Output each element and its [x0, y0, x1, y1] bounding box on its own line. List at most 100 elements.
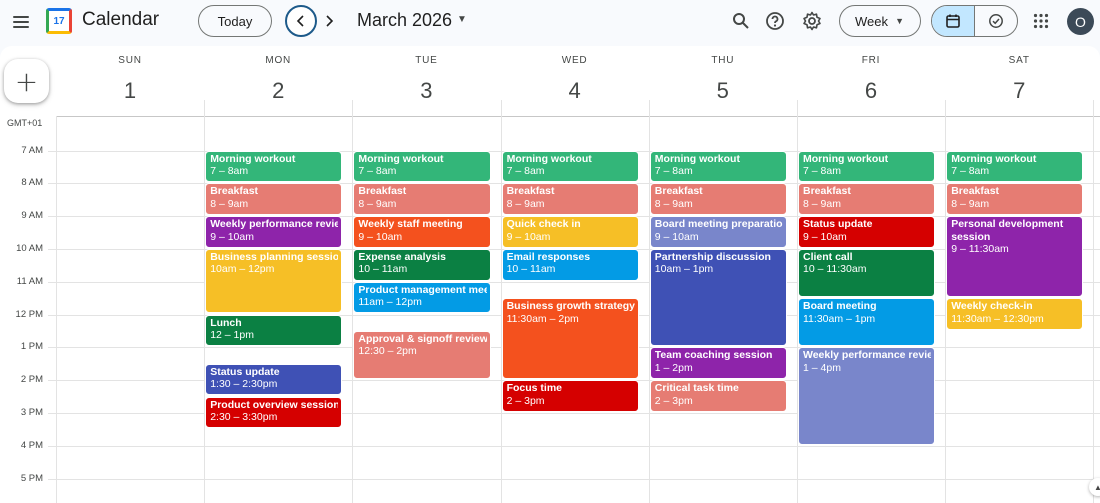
- event-time: 7 – 8am: [210, 165, 249, 177]
- event-card[interactable]: Breakfast 8 – 9am: [353, 183, 491, 216]
- previous-week-button[interactable]: [285, 5, 317, 37]
- event-time: 1 – 4pm: [803, 361, 841, 374]
- day-number[interactable]: 2: [204, 78, 352, 104]
- event-card[interactable]: Partnership discussion 10am – 1pm: [649, 248, 787, 347]
- day-number[interactable]: 4: [501, 78, 649, 104]
- event-card[interactable]: Morning workout 7 – 8am: [649, 150, 787, 183]
- month-title[interactable]: March 2026: [357, 10, 452, 31]
- event-card[interactable]: Client call 10 – 11:30am: [798, 248, 936, 298]
- event-card[interactable]: Breakfast 8 – 9am: [798, 183, 936, 216]
- search-icon[interactable]: [727, 6, 755, 36]
- calendar-view-button[interactable]: [932, 6, 975, 36]
- event-title: Expense analysis: [358, 250, 446, 263]
- event-card[interactable]: Team coaching session 1 – 2pm: [649, 347, 787, 380]
- day-number[interactable]: 1: [56, 78, 204, 104]
- event-card[interactable]: Board meeting preparation 9 – 10am: [649, 216, 787, 248]
- event-card[interactable]: Approval & signoff review 12:30 – 2pm: [353, 330, 491, 380]
- event-title: Weekly staff meeting: [358, 218, 463, 231]
- event-card[interactable]: Breakfast 8 – 9am: [501, 183, 639, 216]
- event-card[interactable]: Breakfast 8 – 9am: [205, 183, 343, 216]
- event-card[interactable]: Morning workout 7 – 8am: [946, 150, 1084, 183]
- event-card[interactable]: Morning workout 7 – 8am: [798, 150, 936, 183]
- hour-label: 3 PM: [20, 406, 43, 418]
- event-card[interactable]: Morning workout 7 – 8am: [501, 150, 639, 183]
- event-card[interactable]: Quick check in 9 – 10am: [501, 216, 639, 248]
- day-header[interactable]: FRI 6: [797, 55, 945, 104]
- event-card[interactable]: Board meeting 11:30am – 1pm: [798, 298, 936, 347]
- column-divider: [1093, 100, 1095, 503]
- event-time: 11:30am – 2pm: [506, 312, 579, 325]
- event-card[interactable]: Morning workout 7 – 8am: [353, 150, 491, 183]
- event-card[interactable]: Product management meeting11am – 12pm: [353, 281, 491, 314]
- tasks-view-button[interactable]: [975, 6, 1017, 36]
- event-card[interactable]: Email responses 10 – 11am: [501, 248, 639, 281]
- event-time: 8 – 9am: [654, 197, 693, 210]
- event-card[interactable]: Business growth strategy 11:30am – 2pm: [501, 298, 639, 380]
- event-card[interactable]: Weekly performance review 9 – 10am: [205, 216, 343, 248]
- event-card[interactable]: Lunch 12 – 1pm: [205, 314, 343, 347]
- day-header[interactable]: WED 4: [501, 55, 649, 104]
- calendar-logo[interactable]: 17: [46, 8, 72, 34]
- event-title: Approval & signoff review: [358, 332, 487, 345]
- event-card[interactable]: Product overview session 2:30 – 3:30pm: [205, 396, 343, 429]
- view-select[interactable]: Week ▼: [839, 5, 921, 37]
- chevron-down-icon[interactable]: ▼: [457, 14, 467, 25]
- chevron-right-icon: [326, 15, 334, 27]
- day-name: SAT: [1008, 55, 1030, 66]
- event-card[interactable]: Morning workout 7 – 8am: [205, 150, 343, 183]
- day-number[interactable]: 3: [352, 78, 500, 104]
- event-card[interactable]: Weekly check-in 11:30am – 12:30pm: [946, 298, 1084, 330]
- event-card[interactable]: Status update 1:30 – 2:30pm: [205, 363, 343, 396]
- event-card[interactable]: Expense analysis 10 – 11am: [353, 248, 491, 281]
- gear-glyph: [803, 11, 821, 31]
- today-button[interactable]: Today: [198, 5, 272, 37]
- event-card[interactable]: Personal development session 9 – 11:30am: [946, 216, 1084, 298]
- next-week-button[interactable]: [315, 6, 343, 36]
- event-card[interactable]: Breakfast 8 – 9am: [946, 183, 1084, 216]
- day-header[interactable]: SAT 7: [945, 55, 1093, 104]
- event-time: 8 – 9am: [951, 197, 990, 210]
- day-header[interactable]: SUN 1: [56, 55, 204, 104]
- event-title: Client call: [803, 250, 853, 263]
- day-number[interactable]: 6: [797, 78, 945, 104]
- event-time: 9 – 10am: [654, 230, 699, 243]
- event-time: 10 – 11am: [506, 263, 556, 276]
- event-title: Email responses: [506, 250, 591, 263]
- day-name: SUN: [118, 55, 142, 66]
- event-title: Product management meeting: [358, 283, 486, 296]
- event-card[interactable]: Business planning session 10am – 12pm: [205, 248, 343, 314]
- event-card[interactable]: Weekly staff meeting 9 – 10am: [353, 216, 491, 248]
- apps-grid-icon[interactable]: [1027, 6, 1055, 36]
- day-name: THU: [711, 55, 735, 66]
- day-header[interactable]: MON 2: [204, 55, 352, 104]
- chevron-down-icon: ▼: [895, 16, 904, 26]
- gear-icon[interactable]: [798, 6, 826, 36]
- hour-label: 5 PM: [20, 472, 43, 484]
- help-icon[interactable]: [761, 6, 789, 36]
- event-time: 10 – 11:30am: [803, 263, 867, 276]
- event-card[interactable]: Status update 9 – 10am: [798, 216, 936, 248]
- event-title: Breakfast: [951, 185, 1000, 198]
- event-card[interactable]: Breakfast 8 – 9am: [649, 183, 787, 216]
- event-time: 8 – 9am: [803, 197, 841, 210]
- event-card[interactable]: Critical task time 2 – 3pm: [649, 380, 787, 412]
- event-time: 2:30 – 3:30pm: [210, 411, 278, 423]
- day-number[interactable]: 7: [945, 78, 1093, 104]
- menu-icon[interactable]: [4, 6, 36, 38]
- event-title: Quick check in: [506, 218, 581, 231]
- avatar[interactable]: O: [1067, 8, 1094, 35]
- create-button[interactable]: +: [4, 59, 49, 103]
- day-number[interactable]: 5: [649, 78, 797, 104]
- day-header[interactable]: THU 5: [649, 55, 797, 104]
- event-card[interactable]: Weekly performance review 1 – 4pm: [798, 347, 936, 445]
- day-header[interactable]: TUE 3: [352, 55, 500, 104]
- event-time: 12:30 – 2pm: [358, 345, 417, 358]
- scroll-handle[interactable]: ▲: [1089, 478, 1100, 496]
- event-time: 8 – 9am: [506, 197, 545, 210]
- event-card[interactable]: Focus time 2 – 3pm: [501, 380, 639, 412]
- event-time: 9 – 10am: [358, 230, 403, 243]
- top-bar: 17 Calendar Today March 2026 ▼ Week ▼ O: [0, 0, 1100, 44]
- event-title: Morning workout: [654, 152, 740, 165]
- hour-label: 1 PM: [20, 341, 43, 353]
- event-title: Board meeting: [803, 300, 877, 313]
